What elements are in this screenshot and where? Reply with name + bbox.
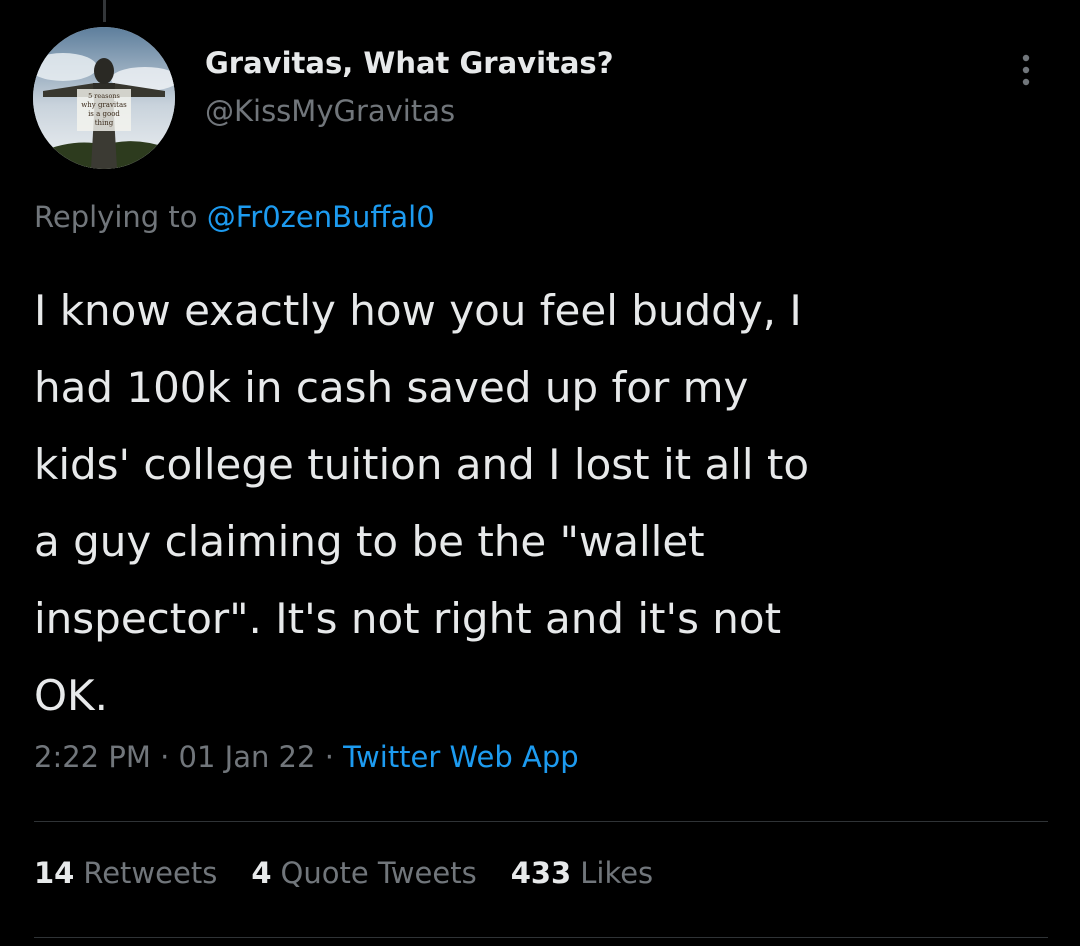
quote-tweets-stat[interactable]: 4 Quote Tweets [251,856,476,890]
avatar-image: 5 reasons why gravitas is a good thing [33,27,175,169]
reply-mention-link[interactable]: @Fr0zenBuffal0 [207,200,435,234]
engagement-stats: 14 Retweets 4 Quote Tweets 433 Likes [34,856,653,890]
tweet-source-link[interactable]: Twitter Web App [343,740,579,774]
more-options-button[interactable] [1000,50,1052,90]
avatar-caption-line: is a good [88,110,120,118]
display-name[interactable]: Gravitas, What Gravitas? [205,46,614,80]
avatar[interactable]: 5 reasons why gravitas is a good thing [33,27,175,169]
thread-connector-line [103,0,106,22]
tweet-text-line: a guy claiming to be the "wallet [34,517,705,566]
tweet-text-line: kids' college tuition and I lost it all … [34,440,810,489]
avatar-caption-line: 5 reasons [88,92,120,100]
tweet-date[interactable]: 01 Jan 22 [179,740,316,774]
quote-tweets-count: 4 [251,856,272,890]
tweet-text-line: had 100k in cash saved up for my [34,363,749,412]
divider [34,821,1048,822]
replying-to-label: Replying to [34,200,198,234]
likes-label: Likes [580,856,654,890]
retweets-count: 14 [34,856,75,890]
retweets-label: Retweets [83,856,218,890]
likes-stat[interactable]: 433 Likes [511,856,653,890]
tweet-time[interactable]: 2:22 PM [34,740,151,774]
retweets-stat[interactable]: 14 Retweets [34,856,217,890]
meta-separator: · [160,740,170,774]
tweet-text-line: I know exactly how you feel buddy, I [34,286,802,335]
tweet-text-line: OK. [34,671,108,720]
likes-count: 433 [510,856,572,890]
avatar-caption-line: thing [95,119,114,127]
more-vertical-icon [1022,54,1030,86]
tweet-text-line: inspector". It's not right and it's not [34,594,782,643]
author-block[interactable]: Gravitas, What Gravitas? @KissMyGravitas [205,46,614,128]
user-handle[interactable]: @KissMyGravitas [205,94,614,128]
avatar-caption-line: why gravitas [81,101,127,109]
meta-separator: · [324,740,334,774]
divider [34,937,1048,938]
tweet-meta: 2:22 PM · 01 Jan 22 · Twitter Web App [34,740,579,774]
tweet-text: I know exactly how you feel buddy, I had… [34,272,1034,734]
quote-tweets-label: Quote Tweets [280,856,477,890]
replying-to: Replying to @Fr0zenBuffal0 [34,200,435,234]
